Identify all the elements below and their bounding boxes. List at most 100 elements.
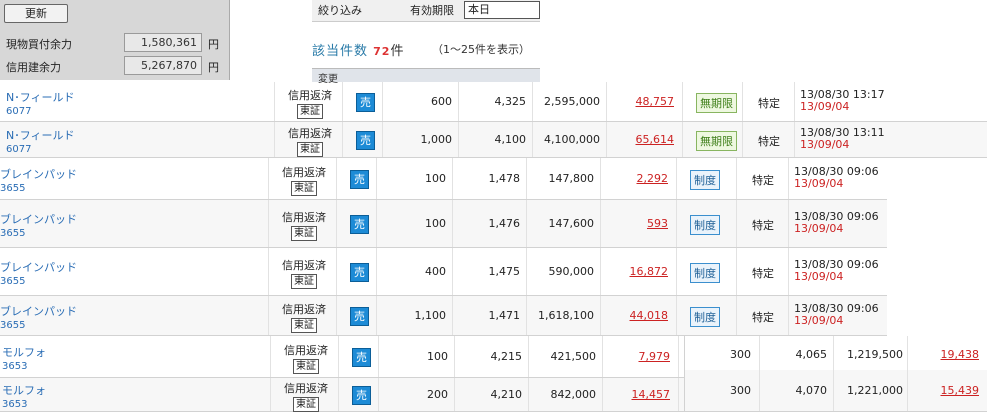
column-divider xyxy=(736,158,737,199)
quantity: 100 xyxy=(425,217,446,230)
column-divider xyxy=(526,158,527,199)
column-divider xyxy=(458,122,459,157)
margin-power-label: 信用建余力 xyxy=(6,61,61,74)
stock-code: 3655 xyxy=(0,183,26,194)
profit-link[interactable]: 15,439 xyxy=(911,384,980,397)
profit-link[interactable]: 19,438 xyxy=(911,348,980,361)
profit-link[interactable]: 2,292 xyxy=(606,172,669,185)
column-divider xyxy=(682,82,683,121)
exchange-badge: 東証 xyxy=(291,226,317,241)
sell-badge: 売 xyxy=(356,93,375,112)
order-type: 信用返済 東証 xyxy=(278,259,330,289)
table-row: モルフォ 3653 信用返済 東証 売 100 4,215 421,500 7,979 xyxy=(0,336,791,378)
column-divider xyxy=(736,296,737,335)
column-divider xyxy=(676,200,677,247)
yen-unit: 円 xyxy=(208,38,219,51)
column-divider xyxy=(526,248,527,295)
result-range: （1～25件を表示） xyxy=(432,43,530,56)
profit-link[interactable]: 14,457 xyxy=(608,388,671,401)
exchange-badge: 東証 xyxy=(293,397,319,412)
column-divider xyxy=(788,158,789,199)
stock-code: 6077 xyxy=(6,144,32,155)
stock-name-link[interactable]: モルフォ 3653 xyxy=(2,346,46,373)
quantity: 400 xyxy=(425,265,446,278)
column-divider xyxy=(338,336,339,377)
column-divider xyxy=(532,82,533,121)
column-divider xyxy=(458,82,459,121)
quantity: 100 xyxy=(427,350,448,363)
column-divider xyxy=(833,370,834,411)
result-count-number: 72 xyxy=(373,45,391,58)
column-divider xyxy=(759,336,760,373)
sell-badge: 売 xyxy=(350,307,369,326)
stock-name: ブレインパッド xyxy=(0,168,77,181)
table-row: ブレインパッド 3655 信用返済 東証 売 400 1,475 590,000 16,872 制… xyxy=(0,248,887,296)
profit-link[interactable]: 7,979 xyxy=(608,350,671,363)
order-type: 信用返済 東証 xyxy=(280,382,332,412)
order-type: 信用返済 東証 xyxy=(284,127,336,157)
profit-link[interactable]: 65,614 xyxy=(612,133,675,146)
stock-code: 3655 xyxy=(0,320,26,331)
amount: 1,618,100 xyxy=(538,309,594,322)
column-divider xyxy=(676,296,677,335)
result-count: 該当件数 72件 xyxy=(312,40,404,59)
profit-link[interactable]: 48,757 xyxy=(612,95,675,108)
stock-code: 6077 xyxy=(6,106,32,117)
column-divider xyxy=(736,200,737,247)
column-divider xyxy=(454,336,455,377)
stock-name: ブレインパッド xyxy=(0,305,77,318)
table-row: N･フィールド 6077 信用返済 東証 売 1,000 4,100 4,100,000 65,… xyxy=(0,122,987,158)
column-divider xyxy=(600,248,601,295)
expiry-select[interactable]: 本日 xyxy=(464,1,540,19)
column-divider xyxy=(742,82,743,121)
order-type-label: 信用返済 xyxy=(282,259,326,272)
quantity: 200 xyxy=(427,388,448,401)
account-type: 特定 xyxy=(758,135,780,148)
stock-name-link[interactable]: N･フィールド 6077 xyxy=(6,129,75,156)
profit-link[interactable]: 44,018 xyxy=(606,309,669,322)
order-dates: 13/08/30 09:06 13/09/04 xyxy=(794,166,879,190)
stock-name: ブレインパッド xyxy=(0,213,77,226)
column-divider xyxy=(270,336,271,377)
price: 4,100 xyxy=(494,133,527,146)
refresh-button[interactable]: 更新 xyxy=(4,4,68,23)
price: 4,210 xyxy=(490,388,523,401)
column-divider xyxy=(268,296,269,335)
column-divider xyxy=(274,82,275,121)
column-divider xyxy=(336,200,337,247)
expiry-date: 13/09/04 xyxy=(800,100,850,113)
column-divider xyxy=(788,248,789,295)
stock-name-link[interactable]: ブレインパッド 3655 xyxy=(0,305,77,332)
order-type: 信用返済 東証 xyxy=(280,344,332,374)
column-divider xyxy=(606,122,607,157)
order-type-label: 信用返済 xyxy=(288,89,332,102)
price: 4,215 xyxy=(490,350,523,363)
table-row: ブレインパッド 3655 信用返済 東証 売 1,100 1,471 1,618,100 44,… xyxy=(0,296,887,336)
column-divider xyxy=(736,248,737,295)
column-divider xyxy=(676,248,677,295)
stock-name-link[interactable]: ブレインパッド 3655 xyxy=(0,168,77,195)
stock-code: 3653 xyxy=(2,361,28,372)
profit-link[interactable]: 16,872 xyxy=(606,265,669,278)
stock-name-link[interactable]: ブレインパッド 3655 xyxy=(0,261,77,288)
price: 4,325 xyxy=(494,95,527,108)
stock-name: モルフォ xyxy=(2,346,46,359)
column-divider xyxy=(600,158,601,199)
column-divider xyxy=(268,248,269,295)
order-type-label: 信用返済 xyxy=(284,382,328,395)
stock-name-link[interactable]: モルフォ 3653 xyxy=(2,384,46,411)
amount: 147,800 xyxy=(548,172,595,185)
stock-name-link[interactable]: ブレインパッド 3655 xyxy=(0,213,77,240)
stock-name-link[interactable]: N･フィールド 6077 xyxy=(6,91,75,118)
profit-link[interactable]: 593 xyxy=(606,217,668,230)
price: 1,475 xyxy=(488,265,521,278)
column-divider xyxy=(270,378,271,411)
quantity: 300 xyxy=(730,348,751,361)
column-divider xyxy=(376,248,377,295)
column-divider xyxy=(274,122,275,157)
sell-badge: 売 xyxy=(350,170,369,189)
column-divider xyxy=(794,122,795,157)
expiry-date: 13/09/04 xyxy=(794,222,844,235)
quantity: 100 xyxy=(425,172,446,185)
exchange-badge: 東証 xyxy=(297,104,323,119)
